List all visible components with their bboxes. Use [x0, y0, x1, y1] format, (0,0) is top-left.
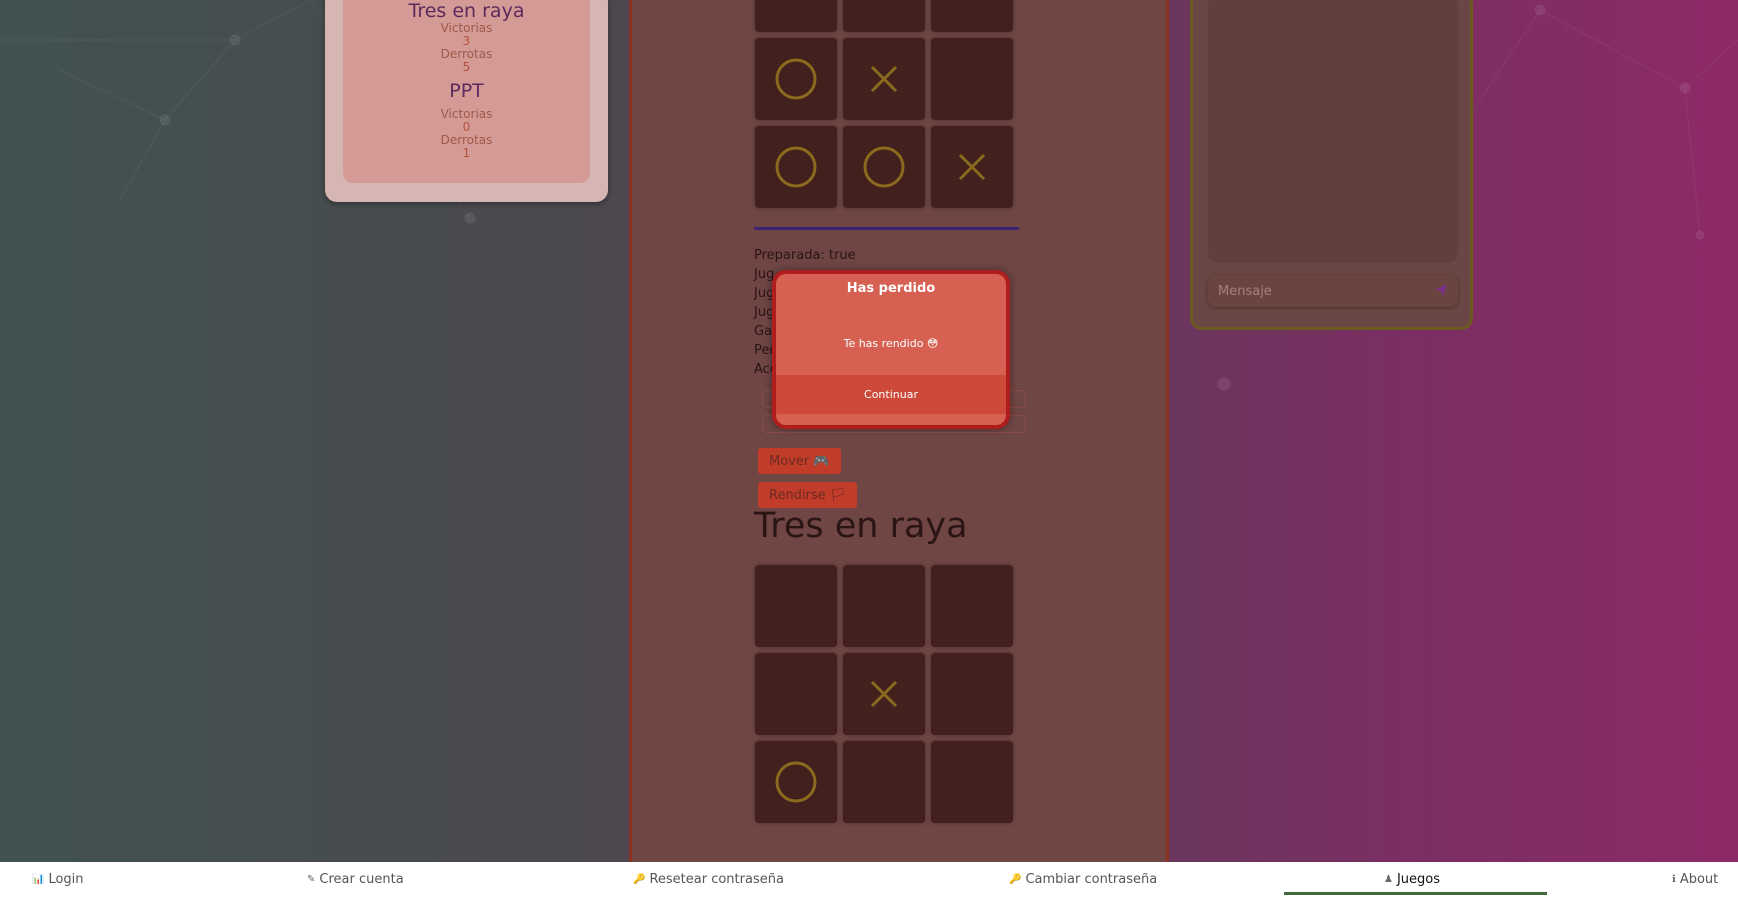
continue-button[interactable]: Continuar: [776, 375, 1006, 414]
nav-item-label: About: [1679, 872, 1719, 887]
pencil-icon: ✎: [307, 874, 316, 885]
nav-item-resetear-contrasena[interactable]: 🔑 Resetear contraseña: [633, 862, 784, 897]
chart-icon: 📊: [32, 874, 45, 885]
nav-item-label: Cambiar contraseña: [1025, 872, 1158, 887]
nav-item-label: Crear cuenta: [319, 872, 404, 887]
key-icon: 🔑: [1009, 874, 1022, 885]
result-modal: Has perdido Te has rendido 😳 Continuar: [772, 270, 1010, 429]
modal-title: Has perdido: [846, 281, 936, 296]
nav-item-about[interactable]: ℹ About: [1672, 862, 1718, 897]
nav-active-indicator: [1284, 892, 1547, 895]
nav-item-login[interactable]: 📊 Login: [32, 862, 84, 897]
game-piece-icon: ♟: [1384, 874, 1393, 885]
modal-message: Te has rendido 😳: [843, 337, 939, 350]
modal-overlay: [0, 0, 1738, 897]
nav-item-label: Juegos: [1396, 872, 1441, 887]
nav-item-cambiar-contrasena[interactable]: 🔑 Cambiar contraseña: [1009, 862, 1157, 897]
key-icon: 🔑: [633, 874, 646, 885]
nav-item-crear-cuenta[interactable]: ✎ Crear cuenta: [307, 862, 404, 897]
nav-item-label: Resetear contraseña: [649, 872, 784, 887]
nav-item-label: Login: [48, 872, 84, 887]
info-icon: ℹ: [1672, 874, 1676, 885]
